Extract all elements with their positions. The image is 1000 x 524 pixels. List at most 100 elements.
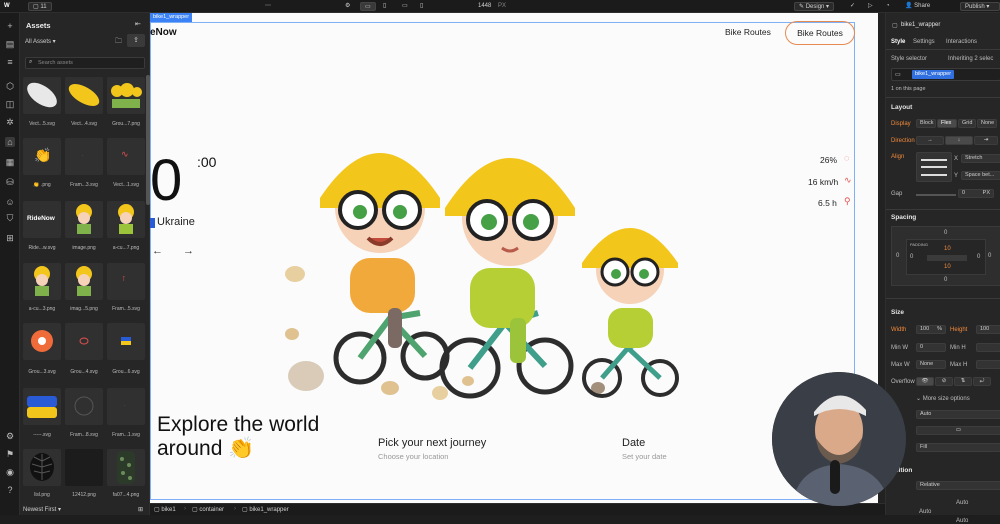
asset-tile[interactable]: ∿ — [107, 138, 145, 175]
asset-tile[interactable]: RideNow — [23, 201, 61, 238]
box-size-icon[interactable]: ▭ — [916, 426, 1000, 435]
overflow-visible-icon[interactable]: 👁 — [916, 377, 934, 386]
asset-tile[interactable]: ⊺ — [107, 263, 145, 300]
padding-box[interactable]: PADDING 10 0 10 0 — [906, 239, 986, 275]
ratio-select[interactable]: Auto — [916, 410, 1000, 419]
tab-settings[interactable]: Settings — [913, 39, 935, 45]
share-button[interactable]: 👤 Share — [905, 2, 930, 11]
add-icon[interactable]: + — [5, 21, 15, 31]
asset-tile[interactable]: · — [65, 138, 103, 175]
padding-bottom[interactable]: 10 — [944, 264, 951, 270]
asset-tile[interactable] — [65, 201, 103, 238]
mobile-portrait-icon[interactable]: ▯ — [420, 2, 423, 11]
class-chip[interactable]: bike1_wrapper — [912, 70, 955, 79]
assets-icon[interactable]: ⌂ — [5, 137, 15, 147]
grid-view-icon[interactable]: ⊞ — [138, 506, 143, 513]
asset-tile[interactable] — [65, 77, 103, 114]
overflow-scroll-icon[interactable]: ⇅ — [954, 377, 972, 386]
more-size-options[interactable]: ⌄ More size options — [916, 395, 970, 402]
direction-wrap-icon[interactable]: ⇥ — [974, 136, 998, 145]
asset-tile[interactable] — [65, 263, 103, 300]
design-mode-dropdown[interactable]: ✎ Design ▾ — [794, 2, 835, 11]
layout-section-title[interactable]: Layout — [891, 104, 912, 111]
play-icon[interactable]: ▷ — [868, 2, 873, 11]
tab-interactions[interactable]: Interactions — [946, 39, 977, 45]
prev-arrow-icon[interactable]: ← — [152, 245, 163, 257]
position-left[interactable]: Auto — [919, 509, 931, 515]
asset-sort-dropdown[interactable]: Newest First ▾ — [23, 506, 61, 513]
align-x-select[interactable]: Stretch — [961, 154, 1000, 163]
padding-right[interactable]: 0 — [977, 254, 980, 260]
position-bottom[interactable]: Auto — [956, 518, 968, 524]
users-icon[interactable]: ☺ — [5, 197, 15, 207]
apps-icon[interactable]: ⊞ — [5, 233, 15, 243]
min-width-input[interactable]: 0 — [916, 343, 946, 352]
gap-input[interactable]: 0 PX — [958, 189, 994, 198]
spacing-section-title[interactable]: Spacing — [891, 214, 916, 221]
asset-tile[interactable] — [23, 263, 61, 300]
padding-top[interactable]: 10 — [944, 246, 951, 252]
date-title[interactable]: Date — [622, 437, 645, 449]
database-icon[interactable]: ⛁ — [5, 177, 15, 187]
pages-icon[interactable]: ▤ — [5, 39, 15, 49]
direction-column-icon[interactable]: ↓ — [945, 136, 973, 145]
record-icon[interactable]: ◉ — [5, 467, 15, 477]
align-y-select[interactable]: Space bet... — [961, 171, 1000, 180]
asset-tile[interactable] — [23, 323, 61, 360]
asset-tile[interactable]: 👏 — [23, 138, 61, 175]
ecommerce-icon[interactable]: ⛉ — [5, 213, 15, 223]
display-block-option[interactable]: Block — [916, 119, 936, 128]
class-selector-field[interactable]: ▭ bike1_wrapper — [891, 68, 1000, 81]
display-grid-option[interactable]: Grid — [958, 119, 976, 128]
position-select[interactable]: Relative — [916, 481, 1000, 490]
styles-icon[interactable]: ✲ — [5, 117, 15, 127]
size-section-title[interactable]: Size — [891, 309, 904, 316]
margin-top[interactable]: 0 — [944, 230, 947, 236]
canvas-width-value[interactable]: 1448 — [478, 2, 491, 11]
display-flex-option[interactable]: Flex — [937, 119, 957, 128]
width-input[interactable]: 100 % — [916, 325, 946, 334]
new-folder-icon[interactable]: 🗀 — [115, 37, 122, 48]
overflow-hidden-icon[interactable]: ⊘ — [935, 377, 953, 386]
next-arrow-icon[interactable]: → — [183, 245, 194, 257]
check-icon[interactable]: ✓ — [850, 2, 855, 11]
inheriting-label[interactable]: Inheriting 2 selec — [948, 56, 993, 62]
upload-icon[interactable]: ⇪ — [127, 34, 145, 47]
asset-tile[interactable] — [23, 77, 61, 114]
help-icon[interactable]: ? — [5, 485, 15, 495]
asset-tile[interactable] — [65, 388, 103, 425]
design-canvas[interactable]: bike1_wrapper eNow Bike Routes Bike Rout… — [150, 13, 878, 503]
webflow-logo-icon[interactable]: W — [4, 2, 10, 11]
page-selector[interactable]: ▢ 11 — [28, 2, 52, 11]
object-fit-select[interactable]: Fill — [916, 443, 1000, 452]
asset-tile[interactable]: · — [107, 388, 145, 425]
date-subtitle[interactable]: Set your date — [622, 452, 667, 461]
display-none-option[interactable]: None — [977, 119, 997, 128]
margin-right[interactable]: 0 — [988, 253, 991, 259]
tab-style[interactable]: Style — [891, 39, 905, 45]
breadcrumb-container[interactable]: ▢ container — [192, 506, 224, 513]
min-height-input[interactable] — [976, 343, 1000, 352]
asset-tile[interactable] — [107, 323, 145, 360]
max-height-input[interactable] — [976, 360, 1000, 369]
max-width-input[interactable]: None — [916, 360, 946, 369]
journey-subtitle[interactable]: Choose your location — [378, 452, 448, 461]
asset-tile[interactable] — [107, 201, 145, 238]
asset-search-input[interactable]: ⌕ Search assets — [25, 57, 145, 69]
settings-gear-icon[interactable]: ⚙ — [5, 431, 15, 441]
padding-left[interactable]: 0 — [910, 254, 913, 260]
user-icon[interactable]: ◔ — [886, 2, 890, 11]
logo-text[interactable]: eNow — [150, 27, 177, 38]
margin-left[interactable]: 0 — [896, 253, 899, 259]
asset-tile[interactable] — [107, 449, 145, 486]
margin-bottom[interactable]: 0 — [944, 277, 947, 283]
publish-button[interactable]: Publish ▾ — [960, 2, 1000, 11]
gap-slider[interactable] — [916, 194, 956, 196]
breadcrumb-bike1-wrapper[interactable]: ▢ bike1_wrapper — [242, 506, 289, 513]
align-grid-control[interactable] — [916, 152, 952, 182]
asset-tile[interactable] — [65, 449, 103, 486]
tablet-breakpoint-icon[interactable]: ▯ — [383, 2, 386, 11]
audit-icon[interactable]: ⚑ — [5, 449, 15, 459]
more-icon[interactable]: ⋯ — [265, 2, 271, 11]
collapse-panel-icon[interactable]: ⇤ — [135, 20, 141, 28]
